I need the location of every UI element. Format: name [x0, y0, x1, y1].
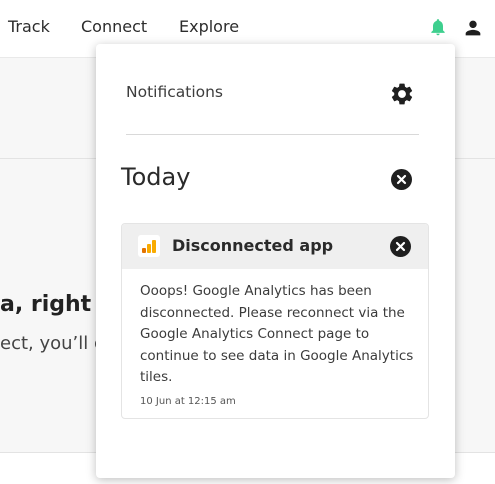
panel-divider	[126, 134, 419, 135]
notification-title: Disconnected app	[172, 236, 334, 255]
nav-track[interactable]: Track	[8, 17, 50, 36]
notification-card-header: Disconnected app	[122, 224, 428, 269]
notification-timestamp: 10 Jun at 12:15 am	[140, 396, 236, 407]
notifications-panel: Notifications Today Disconnected app Ooo…	[96, 44, 455, 478]
user-icon[interactable]	[462, 17, 484, 39]
panel-title: Notifications	[126, 83, 224, 101]
nav-explore[interactable]: Explore	[179, 17, 239, 36]
notification-body: Ooops! Google Analytics has been disconn…	[140, 283, 414, 385]
nav-connect[interactable]: Connect	[81, 17, 147, 36]
section-title-today: Today	[121, 163, 191, 191]
gear-icon[interactable]	[389, 81, 415, 107]
google-analytics-icon	[138, 235, 160, 257]
bell-icon[interactable]	[428, 17, 448, 37]
background-subtext: ect, you’ll g	[0, 333, 106, 354]
notification-card: Disconnected app Ooops! Google Analytics…	[121, 223, 429, 419]
clear-today-close-icon[interactable]	[391, 169, 412, 190]
dismiss-notification-close-icon[interactable]	[390, 236, 411, 257]
